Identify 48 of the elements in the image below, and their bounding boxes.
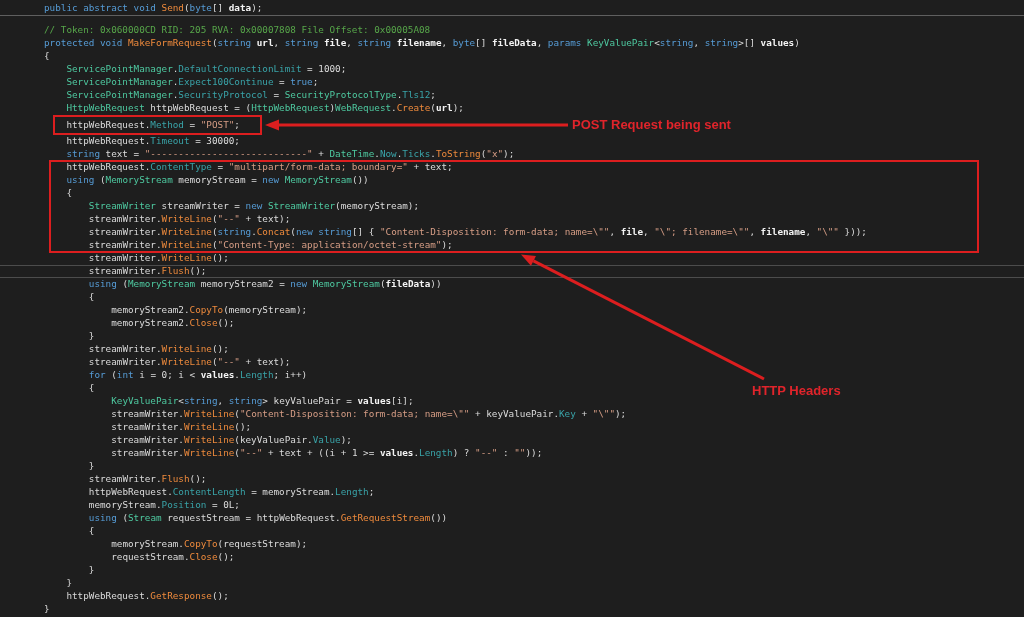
code-line: httpWebRequest.GetResponse(); [66, 591, 229, 602]
code-line: streamWriter.WriteLine(); [111, 422, 252, 433]
code-line: } [88, 331, 95, 342]
code-line: memoryStream.Position = 0L; [88, 500, 240, 511]
code-line: string text = "----------------------------" + DateTime.Now.Ticks.ToString("x"); [66, 149, 515, 160]
code-line: { [66, 188, 72, 199]
code-line: ServicePointManager.SecurityProtocol = SecurityProtocolType.Tls12; [66, 90, 436, 101]
code-line: StreamWriter streamWriter = new StreamWriter(memoryStream); [88, 201, 420, 212]
annotation-label: HTTP Headers [752, 383, 841, 399]
code-line: streamWriter.WriteLine("--" + text + ((i + 1 >= values.Length) ? "--" : "")); [111, 448, 543, 459]
code-line: requestStream.Close(); [111, 552, 235, 563]
code-line: streamWriter.WriteLine("Content-Type: application/octet-stream"); [88, 240, 453, 251]
code-line: } [88, 461, 95, 472]
code-line: // Token: 0x060000CD RID: 205 RVA: 0x00007808 File Offset: 0x00005A08 [44, 25, 431, 36]
code-line: httpWebRequest.Method = "POST"; [66, 119, 240, 131]
code-line: httpWebRequest.ContentLength = memoryStream.Length; [88, 487, 375, 498]
code-line: streamWriter.WriteLine("--" + text); [88, 214, 291, 225]
code-line: streamWriter.Flush(); [88, 266, 207, 277]
code-line: streamWriter.WriteLine(string.Concat(new string[] { "Content-Disposition: form-data; name=\"", file, "\"; filename=\"", filename, "\"" })); [88, 227, 867, 238]
code-line: httpWebRequest.Timeout = 30000; [66, 136, 240, 147]
code-line: ServicePointManager.DefaultConnectionLimit = 1000; [66, 64, 347, 75]
code-line: ServicePointManager.Expect100Continue = true; [66, 77, 319, 88]
code-line: public abstract void Send(byte[] data); [44, 3, 263, 14]
code-line: { [88, 292, 95, 303]
code-line: } [44, 604, 50, 615]
code-line: protected void MakeFormRequest(string url, string file, string filename, byte[] fileData, params KeyValuePair<string, string>[] values) [44, 38, 800, 49]
code-line: memoryStream2.CopyTo(memoryStream); [111, 305, 308, 316]
code-line: { [44, 51, 50, 62]
code-line: streamWriter.WriteLine("Content-Disposition: form-data; name=\"" + keyValuePair.Key + "\""); [111, 409, 627, 420]
code-line: streamWriter.WriteLine(keyValuePair.Value); [111, 435, 352, 446]
code-line: { [88, 526, 95, 537]
code-line: { [88, 383, 95, 394]
code-line: memoryStream2.Close(); [111, 318, 235, 329]
code-line: for (int i = 0; i < values.Length; i++) [88, 370, 308, 381]
code-line: } [66, 578, 72, 589]
code-line: using (MemoryStream memoryStream2 = new MemoryStream(fileData)) [88, 279, 442, 290]
code-line: streamWriter.Flush(); [88, 474, 207, 485]
code-line: streamWriter.WriteLine(); [88, 253, 229, 264]
code-line: KeyValuePair<string, string> keyValuePair = values[i]; [111, 396, 414, 407]
code-line: } [88, 565, 95, 576]
annotation-label: POST Request being sent [572, 117, 731, 133]
code-line: httpWebRequest.ContentType = "multipart/form-data; boundary=" + text; [66, 162, 453, 173]
code-line: streamWriter.WriteLine(); [88, 344, 229, 355]
code-line: HttpWebRequest httpWebRequest = (HttpWebRequest)WebRequest.Create(url); [66, 103, 464, 114]
code-line: using (Stream requestStream = httpWebRequest.GetRequestStream()) [88, 513, 448, 524]
code-line: memoryStream.CopyTo(requestStream); [111, 539, 308, 550]
code-line: using (MemoryStream memoryStream = new MemoryStream()) [66, 175, 369, 186]
code-line: streamWriter.WriteLine("--" + text); [88, 357, 291, 368]
